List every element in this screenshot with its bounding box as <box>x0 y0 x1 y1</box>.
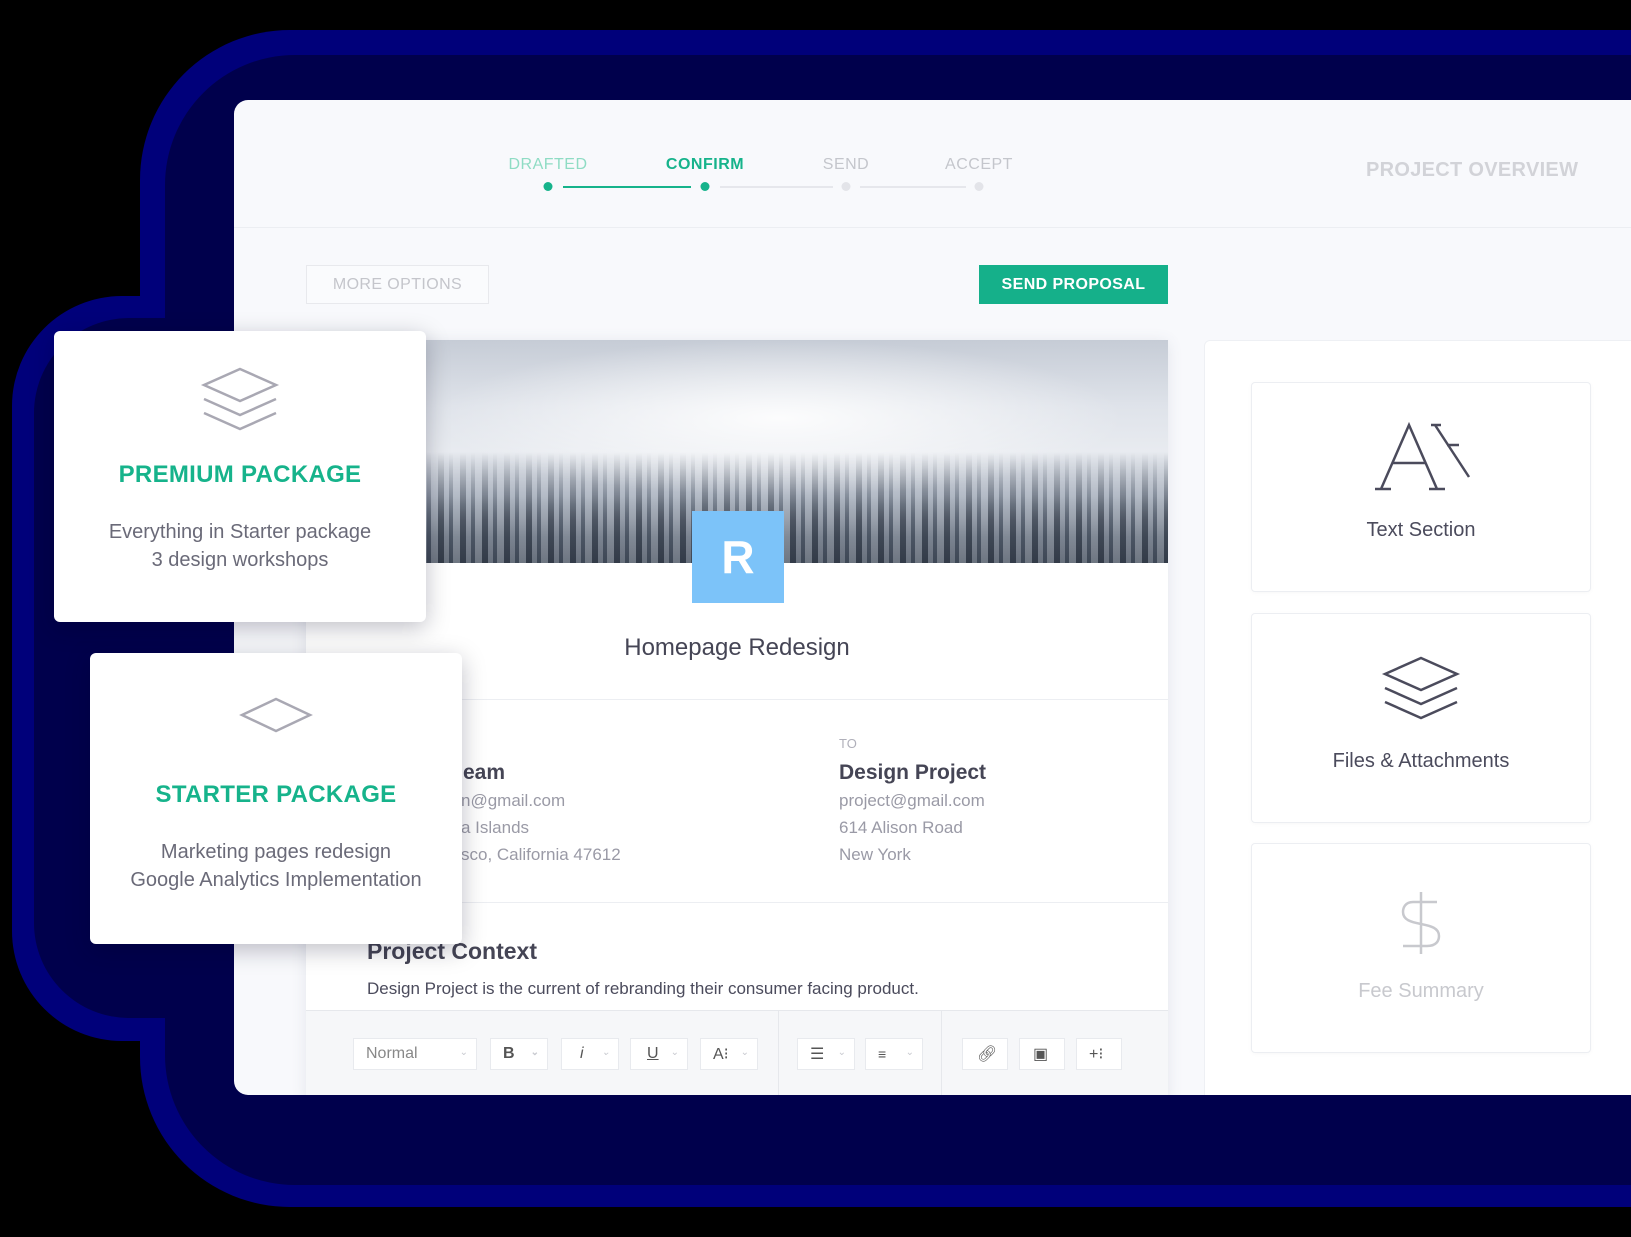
chevron-down-icon: ⌄ <box>601 1047 610 1058</box>
insert-button[interactable]: +⁝ <box>1076 1038 1122 1070</box>
step-confirm[interactable]: CONFIRM <box>666 156 744 174</box>
toolbar-divider <box>778 1011 779 1095</box>
starter-package-card[interactable]: STARTER PACKAGE Marketing pages redesign… <box>90 653 462 944</box>
toolbar-divider <box>941 1011 942 1095</box>
step-send[interactable]: SEND <box>823 156 869 174</box>
text-style-value: Normal <box>366 1045 418 1062</box>
package-line: Marketing pages redesign <box>160 841 392 863</box>
more-options-button[interactable]: MORE OPTIONS <box>306 265 489 304</box>
block-label: Text Section <box>1366 519 1476 541</box>
block-label: Files & Attachments <box>1332 750 1510 772</box>
italic-icon: i <box>580 1045 584 1062</box>
package-line: Everything in Starter package <box>108 521 372 543</box>
bold-button[interactable]: B ⌄ <box>490 1038 548 1070</box>
text-section-block[interactable]: Text Section <box>1251 382 1591 592</box>
link-button[interactable]: 🔗︎ <box>962 1038 1008 1070</box>
send-proposal-button[interactable]: SEND PROPOSAL <box>979 265 1168 304</box>
underline-button[interactable]: U ⌄ <box>630 1038 688 1070</box>
proposal-editor-window: DRAFTED CONFIRM SEND ACCEPT PROJECT OVER… <box>234 100 1631 1095</box>
align-button[interactable]: ≡ ⌄ <box>865 1038 923 1070</box>
dollar-icon <box>1401 892 1441 954</box>
step-dot-pending <box>841 182 851 191</box>
block-label: Fee Summary <box>1358 980 1484 1002</box>
package-line: Google Analytics Implementation <box>130 869 422 891</box>
to-label: TO <box>839 736 857 751</box>
fee-summary-block[interactable]: Fee Summary <box>1251 843 1591 1053</box>
section-text[interactable]: Design Project is the current of rebrand… <box>367 979 919 999</box>
step-dot-active <box>700 182 710 191</box>
step-dot-done <box>543 182 553 191</box>
step-accept[interactable]: ACCEPT <box>945 156 1013 174</box>
list-button[interactable]: ☰ ⌄ <box>797 1038 855 1070</box>
editor-toolbar: Normal ⌄ B ⌄ i ⌄ U ⌄ A⁝ ⌄ ☰ ⌄ ≡ ⌄ 🔗︎ ▣ +⁝ <box>306 1010 1168 1095</box>
font-size-button[interactable]: A⁝ ⌄ <box>700 1038 758 1070</box>
from-address-line1: a Islands <box>461 818 530 837</box>
from-address-line2: sco, California 47612 <box>461 845 621 864</box>
company-logo: R <box>692 511 784 603</box>
chevron-down-icon: ⌄ <box>740 1047 749 1058</box>
project-overview-link[interactable]: PROJECT OVERVIEW <box>1366 159 1578 182</box>
layers-icon <box>200 367 280 431</box>
package-title: PREMIUM PACKAGE <box>118 461 362 488</box>
from-email: n@gmail.com <box>461 791 566 810</box>
package-description: Marketing pages redesign Google Analytic… <box>90 838 462 894</box>
files-attachments-block[interactable]: Files & Attachments <box>1251 613 1591 823</box>
bold-icon: B <box>503 1045 515 1062</box>
italic-button[interactable]: i ⌄ <box>561 1038 619 1070</box>
diamond-icon <box>239 697 313 733</box>
chevron-down-icon: ⌄ <box>459 1047 468 1058</box>
layers-icon <box>1381 656 1461 720</box>
package-title: STARTER PACKAGE <box>155 781 397 808</box>
package-description: Everything in Starter package 3 design w… <box>54 518 426 574</box>
premium-package-card[interactable]: PREMIUM PACKAGE Everything in Starter pa… <box>54 331 426 622</box>
link-icon: 🔗︎ <box>977 1046 998 1063</box>
list-icon: ☰ <box>810 1046 825 1063</box>
chevron-down-icon: ⌄ <box>905 1047 914 1058</box>
from-name: eam <box>463 761 506 784</box>
chevron-down-icon: ⌄ <box>837 1047 846 1058</box>
header-divider <box>234 227 1631 228</box>
font-size-icon: A⁝ <box>713 1046 729 1063</box>
insert-icon: +⁝ <box>1089 1046 1104 1063</box>
to-address-line1: 614 Alison Road <box>839 818 963 837</box>
text-style-dropdown[interactable]: Normal ⌄ <box>353 1038 477 1070</box>
chevron-down-icon: ⌄ <box>670 1047 679 1058</box>
logo-letter: R <box>721 531 755 583</box>
chevron-down-icon: ⌄ <box>530 1047 539 1058</box>
align-left-icon: ≡ <box>878 1046 887 1062</box>
step-drafted[interactable]: DRAFTED <box>508 156 587 174</box>
to-name: Design Project <box>839 761 987 784</box>
underline-icon: U <box>647 1045 659 1062</box>
image-button[interactable]: ▣ <box>1019 1038 1065 1070</box>
step-connector <box>563 186 691 188</box>
content-blocks-panel: Text Section Files & Attachments Fee Sum… <box>1204 340 1631 1095</box>
step-dot-pending <box>974 182 984 191</box>
package-line: 3 design workshops <box>151 549 329 571</box>
text-icon <box>1375 421 1471 491</box>
step-connector <box>720 186 833 188</box>
image-icon: ▣ <box>1033 1046 1049 1063</box>
step-connector <box>860 186 966 188</box>
to-address-line2: New York <box>839 845 911 864</box>
to-email: project@gmail.com <box>839 791 985 810</box>
